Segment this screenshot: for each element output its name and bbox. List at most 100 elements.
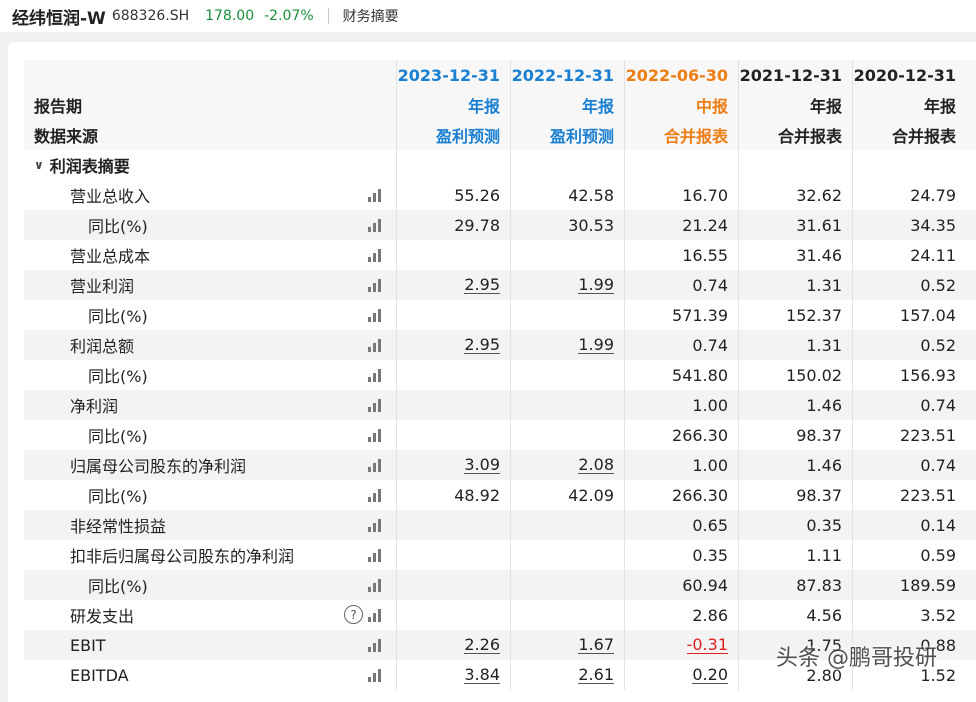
table-row-label: 同比(%) bbox=[24, 570, 396, 600]
period-date[interactable]: 2022-06-30 bbox=[624, 60, 738, 90]
table-cell: 1.11 bbox=[738, 540, 852, 570]
tab-financial-summary[interactable]: 财务摘要 bbox=[343, 6, 399, 26]
cell-value[interactable]: 2.26 bbox=[464, 636, 500, 654]
bar-chart-icon[interactable] bbox=[368, 488, 384, 502]
table-cell[interactable]: -0.31 bbox=[624, 630, 738, 660]
table-cell: 189.59 bbox=[852, 570, 966, 600]
period-date[interactable]: 2021-12-31 bbox=[738, 60, 852, 90]
bar-chart-icon[interactable] bbox=[368, 428, 384, 442]
period-date[interactable]: 2023-12-31 bbox=[396, 60, 510, 90]
table-cell: 29.78 bbox=[396, 210, 510, 240]
cell-value[interactable]: 3.09 bbox=[464, 456, 500, 474]
cell-value: 266.30 bbox=[672, 485, 728, 505]
cell-value[interactable]: 1.99 bbox=[578, 276, 614, 294]
bar-chart-icon[interactable] bbox=[368, 398, 384, 412]
table-cell[interactable]: 1.67 bbox=[510, 630, 624, 660]
bar-chart-icon[interactable] bbox=[368, 548, 384, 562]
cell-value: 157.04 bbox=[900, 305, 956, 325]
bar-chart-icon[interactable] bbox=[368, 338, 384, 352]
table-row-label: 营业总收入 bbox=[24, 180, 396, 210]
cell-value: 42.09 bbox=[568, 485, 614, 505]
header-edge bbox=[966, 60, 976, 90]
section-income-statement[interactable]: ∨ 利润表摘要 bbox=[24, 150, 396, 180]
stock-price: 178.00 bbox=[205, 8, 255, 24]
bar-chart-icon[interactable] bbox=[368, 368, 384, 382]
table-cell: 157.04 bbox=[852, 300, 966, 330]
period-date[interactable]: 2022-12-31 bbox=[510, 60, 624, 90]
table-cell bbox=[396, 360, 510, 390]
bar-chart-icon[interactable] bbox=[368, 518, 384, 532]
cell-value: 2.86 bbox=[692, 605, 728, 625]
table-cell[interactable]: 2.26 bbox=[396, 630, 510, 660]
cell-value: 2.80 bbox=[806, 665, 842, 685]
table-cell[interactable]: 3.09 bbox=[396, 450, 510, 480]
table-cell: 571.39 bbox=[624, 300, 738, 330]
table-cell[interactable]: 2.95 bbox=[396, 270, 510, 300]
table-row-label: 营业总成本 bbox=[24, 240, 396, 270]
table-cell[interactable]: 3.84 bbox=[396, 660, 510, 690]
cell-value: 0.74 bbox=[920, 395, 956, 415]
table-cell[interactable]: 1.99 bbox=[510, 270, 624, 300]
bar-chart-icon[interactable] bbox=[368, 668, 384, 682]
table-cell: 98.37 bbox=[738, 480, 852, 510]
cell-value[interactable]: 2.61 bbox=[578, 666, 614, 684]
table-cell: 42.09 bbox=[510, 480, 624, 510]
bar-chart-icon[interactable] bbox=[368, 578, 384, 592]
cell-value[interactable]: 2.95 bbox=[464, 336, 500, 354]
cell-value[interactable]: 1.67 bbox=[578, 636, 614, 654]
cell-value: 98.37 bbox=[796, 425, 842, 445]
bar-chart-icon[interactable] bbox=[368, 188, 384, 202]
table-cell bbox=[396, 540, 510, 570]
table-cell: 156.93 bbox=[852, 360, 966, 390]
table-cell: 541.80 bbox=[624, 360, 738, 390]
cell-value: 3.52 bbox=[920, 605, 956, 625]
table-cell bbox=[510, 540, 624, 570]
table-cell: 30.53 bbox=[510, 210, 624, 240]
label-report-period: 报告期 bbox=[24, 90, 396, 120]
table-cell bbox=[510, 510, 624, 540]
cell-value: 223.51 bbox=[900, 425, 956, 445]
cell-value[interactable]: 3.84 bbox=[464, 666, 500, 684]
cell-value[interactable]: 1.99 bbox=[578, 336, 614, 354]
cell-value: 1.31 bbox=[806, 335, 842, 355]
table-cell[interactable]: 2.95 bbox=[396, 330, 510, 360]
period-type: 年报 bbox=[738, 90, 852, 120]
table-cell[interactable]: 1.99 bbox=[510, 330, 624, 360]
table-cell: 223.51 bbox=[852, 480, 966, 510]
cell-value: 31.61 bbox=[796, 215, 842, 235]
cell-value[interactable]: 0.20 bbox=[692, 666, 728, 684]
help-icon[interactable]: ? bbox=[344, 605, 363, 624]
table-row-label: 营业利润 bbox=[24, 270, 396, 300]
table-cell bbox=[396, 390, 510, 420]
header-corner bbox=[24, 60, 396, 90]
table-cell: 0.88 bbox=[852, 630, 966, 660]
table-cell bbox=[396, 240, 510, 270]
table-row-label: 扣非后归属母公司股东的净利润 bbox=[24, 540, 396, 570]
period-date[interactable]: 2020-12-31 bbox=[852, 60, 966, 90]
table-cell bbox=[510, 390, 624, 420]
table-cell: 0.35 bbox=[624, 540, 738, 570]
table-row-label: 利润总额 bbox=[24, 330, 396, 360]
bar-chart-icon[interactable] bbox=[368, 308, 384, 322]
cell-value: 0.35 bbox=[692, 545, 728, 565]
bar-chart-icon[interactable] bbox=[368, 458, 384, 472]
table-cell[interactable]: 2.08 bbox=[510, 450, 624, 480]
row-edge bbox=[966, 420, 976, 450]
bar-chart-icon[interactable] bbox=[368, 218, 384, 232]
table-row-label: EBITDA bbox=[24, 660, 396, 690]
table-cell: 2.80 bbox=[738, 660, 852, 690]
cell-value: 24.11 bbox=[910, 245, 956, 265]
cell-value[interactable]: 2.95 bbox=[464, 276, 500, 294]
chevron-down-icon[interactable]: ∨ bbox=[34, 158, 44, 172]
bar-chart-icon[interactable] bbox=[368, 608, 384, 622]
bar-chart-icon[interactable] bbox=[368, 248, 384, 262]
cell-value: 0.14 bbox=[920, 515, 956, 535]
bar-chart-icon[interactable] bbox=[368, 278, 384, 292]
table-cell[interactable]: 0.20 bbox=[624, 660, 738, 690]
cell-value[interactable]: 2.08 bbox=[578, 456, 614, 474]
table-cell[interactable]: 2.61 bbox=[510, 660, 624, 690]
cell-value: 98.37 bbox=[796, 485, 842, 505]
table-cell bbox=[510, 420, 624, 450]
bar-chart-icon[interactable] bbox=[368, 638, 384, 652]
cell-value[interactable]: -0.31 bbox=[686, 636, 728, 654]
